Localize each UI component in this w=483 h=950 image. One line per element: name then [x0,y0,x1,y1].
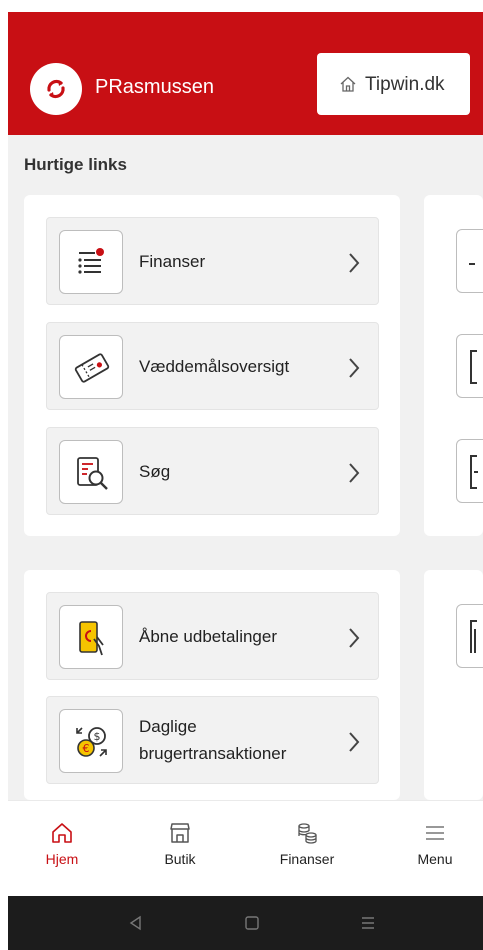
search-document-icon [59,440,123,504]
quick-link-partial[interactable] [456,229,483,293]
partial-icon [470,455,478,489]
username: PRasmussen [95,76,214,98]
nav-label: Menu [417,851,453,867]
section-title: Hurtige links [24,155,127,174]
currency-exchange-icon: $ € [59,709,123,773]
bottom-navigation: Hjem Butik Finanser Menu [8,800,483,896]
nav-label: Finanser [279,851,335,867]
refresh-icon [47,79,65,99]
tile-label: Åbne udbetalinger [139,627,278,646]
quick-link-partial[interactable] [456,334,483,398]
svg-text:€: € [83,742,90,755]
nav-finanser[interactable]: Finanser [267,821,347,867]
hamburger-icon [426,826,444,840]
partial-icon [470,620,477,653]
phone-payout-icon [59,605,123,669]
quick-link-vaeddemaalsoversigt[interactable]: Væddemålsoversigt [46,322,379,410]
quick-link-partial[interactable] [456,604,483,668]
nav-hjem[interactable]: Hjem [22,821,102,867]
chevron-right-icon [349,732,360,752]
quick-link-daglige-brugertransaktioner[interactable]: $ € Daglige brugertransaktioner [46,696,379,784]
tile-label: Daglige brugertransaktioner [139,717,287,763]
nav-menu[interactable]: Menu [395,821,475,867]
chevron-right-icon [349,253,360,273]
recents-icon[interactable] [360,915,376,931]
home-icon [52,823,72,843]
tile-label: Væddemålsoversigt [139,357,290,376]
coins-icon [298,823,317,844]
home-square-icon[interactable] [244,915,260,931]
partial-icon [470,350,477,384]
system-navigation-bar [8,896,483,950]
partial-icon [469,263,475,265]
status-bar [0,0,483,12]
tipwin-site-button[interactable]: Tipwin.dk [317,53,470,115]
nav-butik[interactable]: Butik [140,821,220,867]
tile-label: Finanser [139,252,206,271]
nav-label: Butik [164,851,196,867]
site-button-label: Tipwin.dk [365,74,445,95]
chevron-right-icon [349,463,360,483]
quick-link-finanser[interactable]: Finanser [46,217,379,305]
nav-label: Hjem [45,851,79,867]
chevron-right-icon [349,358,360,378]
bet-ticket-icon [59,335,123,399]
back-icon[interactable] [128,915,144,931]
tile-label: Søg [139,462,171,481]
quick-link-partial[interactable] [456,439,483,503]
avatar[interactable] [30,63,82,115]
shop-icon [170,823,190,843]
quick-link-soeg[interactable]: Søg [46,427,379,515]
svg-text:$: $ [94,730,101,743]
home-outline-icon [340,76,356,92]
finance-list-icon [59,230,123,294]
quick-link-aabne-udbetalinger[interactable]: Åbne udbetalinger [46,592,379,680]
chevron-right-icon [349,628,360,648]
